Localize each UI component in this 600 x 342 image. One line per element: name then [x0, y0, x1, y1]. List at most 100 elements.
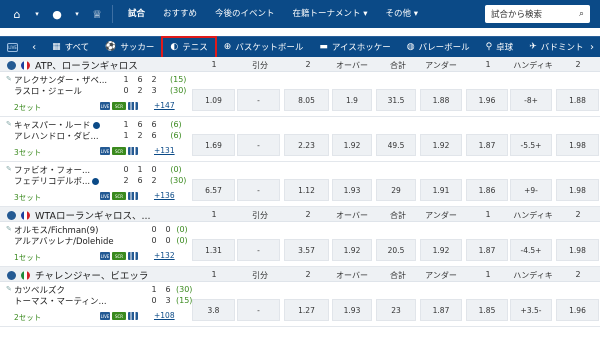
more-bets-link[interactable]: +147 [154, 101, 175, 110]
search-icon[interactable]: ⌕ [579, 9, 584, 19]
player-2-name[interactable]: アルアバッレナ/Dolehide [14, 235, 114, 247]
ball-icon[interactable]: ● [48, 5, 66, 23]
match-row[interactable]: ✎ ファビオ・フォー... フェデリコデルボ... 0 1 0 (0) 2 6 2 (30) 3セット… [0, 162, 600, 207]
player-2-name[interactable]: トーマス・マーティン... [14, 295, 107, 307]
odds-cell[interactable]: 1.85 [466, 299, 508, 321]
odds-cell[interactable]: 1.12 [284, 179, 329, 201]
league-name[interactable]: チャレンジャー、ビエッラ [7, 268, 148, 282]
stats-chart-icon[interactable] [128, 252, 138, 260]
odds-cell[interactable]: 1.31 [192, 239, 235, 261]
score-badge-icon[interactable]: SCR [112, 312, 126, 320]
tab-ice-hockey[interactable]: ▬ アイスホッケー [311, 37, 398, 58]
pin-icon[interactable]: ✎ [6, 285, 12, 297]
odds-cell[interactable]: 1.88 [420, 89, 462, 111]
league-name[interactable]: WTAローランギャロス、... [7, 208, 151, 222]
more-bets-link[interactable]: +131 [154, 146, 175, 155]
live-stream-icon[interactable]: LIVE [100, 102, 110, 110]
player-2-name[interactable]: アレハンドロ・ダビ... [14, 130, 99, 142]
score-badge-icon[interactable]: SCR [112, 147, 126, 155]
odds-cell[interactable]: 20.5 [376, 239, 416, 261]
live-stream-icon[interactable]: LIVE [100, 252, 110, 260]
stats-chart-icon[interactable] [128, 192, 138, 200]
odds-cell[interactable]: 1.09 [192, 89, 235, 111]
odds-cell[interactable]: +3.5- [510, 299, 552, 321]
odds-cell[interactable]: 1.92 [420, 239, 462, 261]
score-badge-icon[interactable]: SCR [112, 192, 126, 200]
tab-table-tennis[interactable]: ⚲ 卓球 [478, 37, 522, 58]
menu-item-upcoming[interactable]: 今後のイベント [206, 0, 284, 28]
odds-cell[interactable]: 3.57 [284, 239, 329, 261]
odds-cell[interactable]: 1.98 [556, 179, 599, 201]
odds-cell[interactable]: 1.87 [466, 134, 508, 156]
odds-cell[interactable]: 1.9 [332, 89, 372, 111]
tab-volleyball[interactable]: ◍ バレーボール [399, 37, 478, 58]
chevron-left-icon[interactable]: ‹ [32, 42, 36, 53]
odds-cell[interactable]: 1.91 [420, 179, 462, 201]
pin-icon[interactable]: ✎ [6, 225, 12, 237]
odds-cell[interactable]: -5.5+ [510, 134, 552, 156]
odds-cell[interactable]: 1.86 [466, 179, 508, 201]
more-bets-link[interactable]: +136 [154, 191, 175, 200]
odds-cell[interactable]: 29 [376, 179, 416, 201]
menu-item-tournaments[interactable]: 在籍トーナメント ▾ [284, 0, 377, 28]
odds-cell[interactable]: 8.05 [284, 89, 329, 111]
more-bets-link[interactable]: +132 [154, 251, 175, 260]
odds-cell[interactable]: 2.23 [284, 134, 329, 156]
chevron-right-icon[interactable]: › [584, 37, 600, 57]
search-input[interactable]: 試合から検索 ⌕ [485, 5, 590, 23]
more-bets-link[interactable]: +108 [154, 311, 175, 320]
pin-icon[interactable]: ✎ [6, 120, 12, 132]
menu-item-matches[interactable]: 試合 [119, 0, 154, 28]
odds-cell[interactable]: 1.98 [556, 134, 599, 156]
trophy-icon[interactable]: ♕ [88, 5, 106, 23]
odds-cell[interactable]: -8+ [510, 89, 552, 111]
stats-chart-icon[interactable] [128, 102, 138, 110]
odds-cell[interactable]: 1.87 [466, 239, 508, 261]
odds-cell[interactable]: 1.92 [332, 134, 372, 156]
odds-cell[interactable]: 1.98 [556, 239, 599, 261]
tab-all[interactable]: ▦ すべて [44, 37, 97, 58]
menu-item-recommended[interactable]: おすすめ [154, 0, 206, 28]
player-2-name[interactable]: ラスロ・ジェール [14, 85, 82, 97]
chevron-down-icon[interactable]: ▾ [68, 5, 86, 23]
tab-basketball[interactable]: ⊕ バスケットボール [216, 37, 312, 58]
match-row[interactable]: ✎ アレクサンダー・ザベ... ラスロ・ジェール 1 6 2 (15) 0 2 3 (30) 2セット… [0, 72, 600, 117]
odds-cell[interactable]: 1.96 [556, 299, 599, 321]
odds-cell[interactable]: 1.88 [556, 89, 599, 111]
stats-chart-icon[interactable] [128, 147, 138, 155]
odds-cell[interactable]: 1.27 [284, 299, 329, 321]
live-badge[interactable]: LIVE [7, 42, 19, 52]
odds-cell[interactable]: 1.92 [332, 239, 372, 261]
tab-soccer[interactable]: ⚽ サッカー [97, 37, 162, 58]
odds-cell[interactable]: 1.93 [332, 179, 372, 201]
score-badge-icon[interactable]: SCR [112, 102, 126, 110]
tab-tennis[interactable]: ◐ テニス [161, 35, 217, 59]
match-row[interactable]: ✎ カツベルズク トーマス・マーティン... 1 6 (30) 0 3 (15) 2セット LIVE… [0, 282, 600, 327]
chevron-down-icon[interactable]: ▾ [28, 5, 46, 23]
odds-cell[interactable]: -4.5+ [510, 239, 552, 261]
odds-cell[interactable]: 1.93 [332, 299, 372, 321]
live-stream-icon[interactable]: LIVE [100, 312, 110, 320]
odds-cell[interactable]: 23 [376, 299, 416, 321]
odds-cell[interactable]: +9- [510, 179, 552, 201]
odds-cell[interactable]: 3.8 [192, 299, 235, 321]
odds-cell[interactable]: 1.69 [192, 134, 235, 156]
odds-cell[interactable]: 6.57 [192, 179, 235, 201]
score-badge-icon[interactable]: SCR [112, 252, 126, 260]
player-2-name[interactable]: フェデリコデルボ... [14, 175, 100, 187]
home-icon[interactable]: ⌂ [8, 5, 26, 23]
odds-cell[interactable]: 1.92 [420, 134, 462, 156]
live-stream-icon[interactable]: LIVE [100, 192, 110, 200]
menu-item-other[interactable]: その他 ▾ [377, 0, 427, 28]
match-row[interactable]: ✎ オルモス/Fichman(9) アルアバッレナ/Dolehide 0 0 (0) 0 0(… [0, 222, 600, 267]
pin-icon[interactable]: ✎ [6, 165, 12, 177]
pin-icon[interactable]: ✎ [6, 75, 12, 87]
match-row[interactable]: ✎ キャスパー・ルード アレハンドロ・ダビ... 1 6 6 (6) 1 2 6 (6) 3セット LI… [0, 117, 600, 162]
odds-cell[interactable]: 1.96 [466, 89, 508, 111]
odds-cell[interactable]: 1.87 [420, 299, 462, 321]
odds-cell[interactable]: 31.5 [376, 89, 416, 111]
league-name[interactable]: ATP、ローランギャロス [7, 58, 138, 72]
odds-cell[interactable]: 49.5 [376, 134, 416, 156]
live-stream-icon[interactable]: LIVE [100, 147, 110, 155]
stats-chart-icon[interactable] [128, 312, 138, 320]
